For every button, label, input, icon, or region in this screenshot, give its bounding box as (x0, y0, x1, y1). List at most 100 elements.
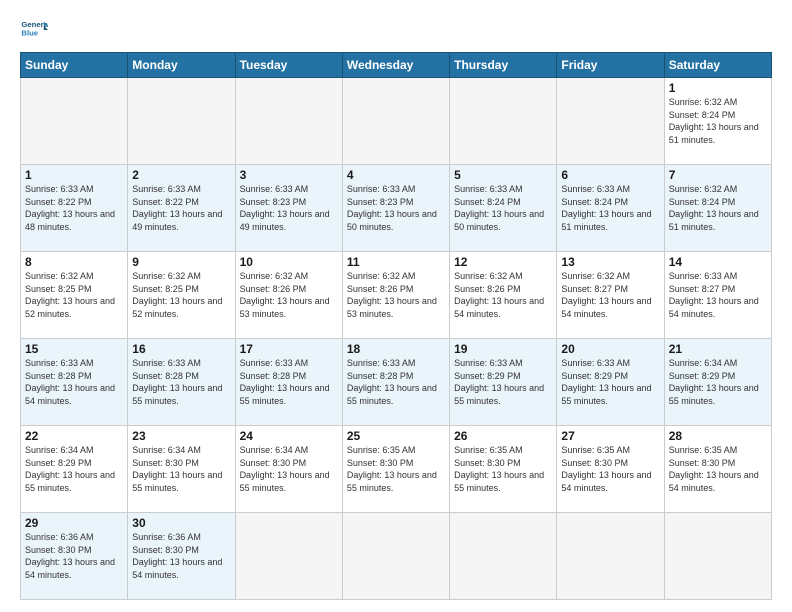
calendar-cell: 15Sunrise: 6:33 AMSunset: 8:28 PMDayligh… (21, 339, 128, 426)
calendar-week-3: 8Sunrise: 6:32 AMSunset: 8:25 PMDaylight… (21, 252, 772, 339)
calendar-cell: 13Sunrise: 6:32 AMSunset: 8:27 PMDayligh… (557, 252, 664, 339)
logo: General Blue (20, 16, 48, 44)
day-number: 1 (669, 81, 767, 95)
calendar-cell: 27Sunrise: 6:35 AMSunset: 8:30 PMDayligh… (557, 426, 664, 513)
day-info: Sunrise: 6:34 AMSunset: 8:29 PMDaylight:… (669, 357, 767, 407)
day-info: Sunrise: 6:33 AMSunset: 8:29 PMDaylight:… (561, 357, 659, 407)
day-info: Sunrise: 6:33 AMSunset: 8:28 PMDaylight:… (25, 357, 123, 407)
calendar-cell: 5Sunrise: 6:33 AMSunset: 8:24 PMDaylight… (450, 165, 557, 252)
calendar-cell: 10Sunrise: 6:32 AMSunset: 8:26 PMDayligh… (235, 252, 342, 339)
day-number: 26 (454, 429, 552, 443)
calendar-cell: 20Sunrise: 6:33 AMSunset: 8:29 PMDayligh… (557, 339, 664, 426)
calendar-cell: 12Sunrise: 6:32 AMSunset: 8:26 PMDayligh… (450, 252, 557, 339)
day-info: Sunrise: 6:33 AMSunset: 8:24 PMDaylight:… (561, 183, 659, 233)
day-info: Sunrise: 6:33 AMSunset: 8:27 PMDaylight:… (669, 270, 767, 320)
day-info: Sunrise: 6:33 AMSunset: 8:23 PMDaylight:… (347, 183, 445, 233)
calendar-cell: 21Sunrise: 6:34 AMSunset: 8:29 PMDayligh… (664, 339, 771, 426)
calendar-cell: 29Sunrise: 6:36 AMSunset: 8:30 PMDayligh… (21, 513, 128, 600)
day-info: Sunrise: 6:35 AMSunset: 8:30 PMDaylight:… (561, 444, 659, 494)
day-number: 4 (347, 168, 445, 182)
calendar-week-1: 1Sunrise: 6:32 AMSunset: 8:24 PMDaylight… (21, 78, 772, 165)
day-info: Sunrise: 6:35 AMSunset: 8:30 PMDaylight:… (669, 444, 767, 494)
day-info: Sunrise: 6:33 AMSunset: 8:29 PMDaylight:… (454, 357, 552, 407)
calendar-cell: 23Sunrise: 6:34 AMSunset: 8:30 PMDayligh… (128, 426, 235, 513)
day-number: 18 (347, 342, 445, 356)
calendar-cell (450, 78, 557, 165)
day-number: 17 (240, 342, 338, 356)
day-number: 23 (132, 429, 230, 443)
day-info: Sunrise: 6:34 AMSunset: 8:30 PMDaylight:… (132, 444, 230, 494)
logo-icon: General Blue (20, 16, 48, 44)
day-info: Sunrise: 6:32 AMSunset: 8:24 PMDaylight:… (669, 96, 767, 146)
day-info: Sunrise: 6:36 AMSunset: 8:30 PMDaylight:… (25, 531, 123, 581)
day-header-saturday: Saturday (664, 53, 771, 78)
calendar-cell: 1Sunrise: 6:33 AMSunset: 8:22 PMDaylight… (21, 165, 128, 252)
calendar-week-6: 29Sunrise: 6:36 AMSunset: 8:30 PMDayligh… (21, 513, 772, 600)
day-number: 2 (132, 168, 230, 182)
day-info: Sunrise: 6:32 AMSunset: 8:26 PMDaylight:… (454, 270, 552, 320)
day-header-sunday: Sunday (21, 53, 128, 78)
day-info: Sunrise: 6:33 AMSunset: 8:24 PMDaylight:… (454, 183, 552, 233)
day-number: 20 (561, 342, 659, 356)
day-info: Sunrise: 6:33 AMSunset: 8:22 PMDaylight:… (25, 183, 123, 233)
day-info: Sunrise: 6:35 AMSunset: 8:30 PMDaylight:… (347, 444, 445, 494)
day-info: Sunrise: 6:33 AMSunset: 8:22 PMDaylight:… (132, 183, 230, 233)
calendar-cell: 1Sunrise: 6:32 AMSunset: 8:24 PMDaylight… (664, 78, 771, 165)
day-number: 28 (669, 429, 767, 443)
day-number: 11 (347, 255, 445, 269)
day-number: 30 (132, 516, 230, 530)
calendar-cell: 28Sunrise: 6:35 AMSunset: 8:30 PMDayligh… (664, 426, 771, 513)
calendar-header-row: SundayMondayTuesdayWednesdayThursdayFrid… (21, 53, 772, 78)
calendar-cell (342, 513, 449, 600)
calendar-table: SundayMondayTuesdayWednesdayThursdayFrid… (20, 52, 772, 600)
day-number: 6 (561, 168, 659, 182)
calendar-cell: 24Sunrise: 6:34 AMSunset: 8:30 PMDayligh… (235, 426, 342, 513)
calendar-cell: 4Sunrise: 6:33 AMSunset: 8:23 PMDaylight… (342, 165, 449, 252)
calendar-cell: 3Sunrise: 6:33 AMSunset: 8:23 PMDaylight… (235, 165, 342, 252)
day-number: 14 (669, 255, 767, 269)
calendar-cell: 14Sunrise: 6:33 AMSunset: 8:27 PMDayligh… (664, 252, 771, 339)
calendar-cell (450, 513, 557, 600)
calendar-cell (342, 78, 449, 165)
calendar-cell: 19Sunrise: 6:33 AMSunset: 8:29 PMDayligh… (450, 339, 557, 426)
day-number: 21 (669, 342, 767, 356)
calendar-cell: 16Sunrise: 6:33 AMSunset: 8:28 PMDayligh… (128, 339, 235, 426)
day-info: Sunrise: 6:32 AMSunset: 8:27 PMDaylight:… (561, 270, 659, 320)
day-info: Sunrise: 6:33 AMSunset: 8:28 PMDaylight:… (132, 357, 230, 407)
day-info: Sunrise: 6:33 AMSunset: 8:23 PMDaylight:… (240, 183, 338, 233)
day-info: Sunrise: 6:32 AMSunset: 8:26 PMDaylight:… (347, 270, 445, 320)
header: General Blue (20, 16, 772, 44)
day-info: Sunrise: 6:33 AMSunset: 8:28 PMDaylight:… (240, 357, 338, 407)
day-number: 12 (454, 255, 552, 269)
calendar-cell: 7Sunrise: 6:32 AMSunset: 8:24 PMDaylight… (664, 165, 771, 252)
calendar-cell (664, 513, 771, 600)
day-number: 13 (561, 255, 659, 269)
day-number: 7 (669, 168, 767, 182)
day-info: Sunrise: 6:35 AMSunset: 8:30 PMDaylight:… (454, 444, 552, 494)
day-info: Sunrise: 6:32 AMSunset: 8:25 PMDaylight:… (25, 270, 123, 320)
day-info: Sunrise: 6:36 AMSunset: 8:30 PMDaylight:… (132, 531, 230, 581)
day-number: 10 (240, 255, 338, 269)
calendar-cell (21, 78, 128, 165)
calendar-cell: 18Sunrise: 6:33 AMSunset: 8:28 PMDayligh… (342, 339, 449, 426)
calendar-cell (235, 513, 342, 600)
calendar-cell: 22Sunrise: 6:34 AMSunset: 8:29 PMDayligh… (21, 426, 128, 513)
calendar-cell (128, 78, 235, 165)
calendar-cell: 2Sunrise: 6:33 AMSunset: 8:22 PMDaylight… (128, 165, 235, 252)
day-info: Sunrise: 6:33 AMSunset: 8:28 PMDaylight:… (347, 357, 445, 407)
day-info: Sunrise: 6:34 AMSunset: 8:30 PMDaylight:… (240, 444, 338, 494)
day-header-monday: Monday (128, 53, 235, 78)
day-number: 5 (454, 168, 552, 182)
calendar-cell: 30Sunrise: 6:36 AMSunset: 8:30 PMDayligh… (128, 513, 235, 600)
day-info: Sunrise: 6:34 AMSunset: 8:29 PMDaylight:… (25, 444, 123, 494)
day-number: 19 (454, 342, 552, 356)
day-number: 25 (347, 429, 445, 443)
day-number: 27 (561, 429, 659, 443)
page: General Blue SundayMondayTuesdayWednesda… (0, 0, 792, 612)
calendar-cell: 25Sunrise: 6:35 AMSunset: 8:30 PMDayligh… (342, 426, 449, 513)
day-info: Sunrise: 6:32 AMSunset: 8:25 PMDaylight:… (132, 270, 230, 320)
calendar-cell: 26Sunrise: 6:35 AMSunset: 8:30 PMDayligh… (450, 426, 557, 513)
day-info: Sunrise: 6:32 AMSunset: 8:26 PMDaylight:… (240, 270, 338, 320)
calendar-cell: 17Sunrise: 6:33 AMSunset: 8:28 PMDayligh… (235, 339, 342, 426)
day-number: 16 (132, 342, 230, 356)
